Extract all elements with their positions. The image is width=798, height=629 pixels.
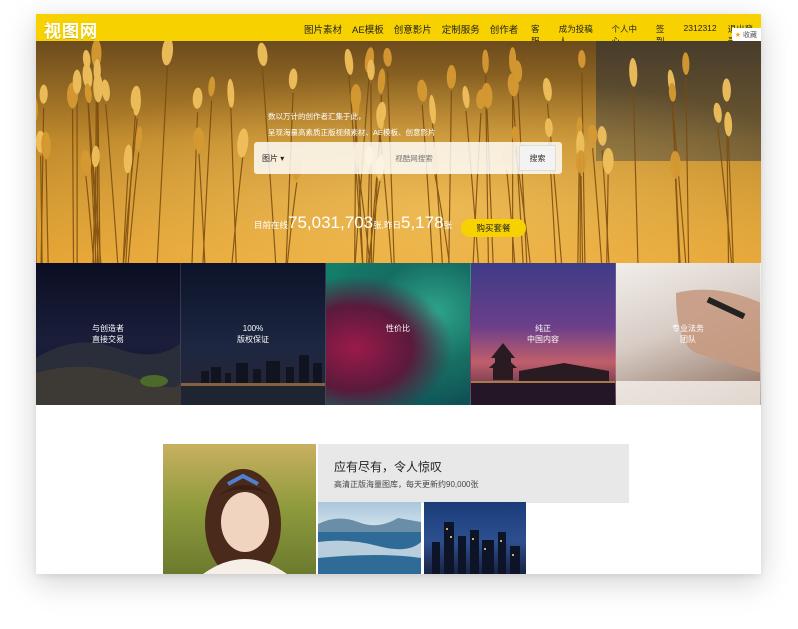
- feature-line-1: 与创造者: [92, 324, 124, 333]
- search-input[interactable]: [314, 148, 514, 168]
- feature-label: 专业法务 团队: [616, 323, 760, 345]
- city-skyline-photo[interactable]: [424, 502, 526, 574]
- portrait-image: [203, 469, 287, 574]
- nav-item-creators[interactable]: 创作者: [490, 22, 519, 36]
- stats-yesterday-count: 5,178: [400, 213, 444, 232]
- feature-tile-chinese-content[interactable]: 纯正 中国内容: [471, 263, 616, 405]
- promo-subtitle: 高清正版海量图库，每天更新约90,000张: [334, 480, 479, 489]
- feature-line-1: 100%: [242, 324, 264, 333]
- buy-package-button[interactable]: 购买套餐: [461, 219, 526, 237]
- feature-line-1: 专业法务: [672, 324, 704, 333]
- stats-online-count: 75,031,703: [288, 213, 374, 232]
- hero-tagline-1: 数以万计的创作者汇集于此，: [268, 112, 366, 121]
- skyline-image: [432, 522, 520, 574]
- browser-page: 视图网 图片素材 AE模板 创意影片 定制服务 创作者 客服 成为投稿人 个人中…: [36, 14, 761, 574]
- feature-label: 性价比: [326, 323, 470, 334]
- feature-line-2: 版权保证: [237, 335, 269, 344]
- favorite-label: 收藏: [743, 32, 757, 39]
- search-button[interactable]: 搜索: [519, 145, 556, 171]
- site-logo[interactable]: 视图网: [44, 17, 98, 42]
- feature-line-2: 直接交易: [92, 335, 124, 344]
- wheat-head: [72, 69, 82, 94]
- search-category-dropdown[interactable]: 图片 ▾: [262, 153, 284, 164]
- feature-label: 100% 版权保证: [181, 323, 325, 345]
- feature-tile-value[interactable]: 性价比: [326, 263, 471, 405]
- hero-banner: 数以万计的创作者汇集于此， 呈现海量高素质正版视频素材、AE模板、创意影片 图片…: [36, 41, 761, 263]
- star-icon: ★: [734, 32, 741, 39]
- lake-image: [318, 518, 421, 574]
- feature-tile-legal-team[interactable]: 专业法务 团队: [616, 263, 761, 405]
- top-nav-bar: 视图网 图片素材 AE模板 创意影片 定制服务 创作者 客服 成为投稿人 个人中…: [36, 14, 761, 46]
- nav-item-creative-films[interactable]: 创意影片: [394, 22, 432, 36]
- search-bar: 图片 ▾ 搜索: [254, 142, 562, 174]
- promo-title: 应有尽有，令人惊叹: [334, 460, 443, 474]
- nav-item-images[interactable]: 图片素材: [304, 22, 342, 36]
- feature-tile-direct-trade[interactable]: 与创造者 直接交易: [36, 263, 181, 405]
- stats-suffix: 张: [443, 220, 453, 230]
- site-stats: 目前在线75,031,703张,昨日5,178张: [254, 213, 452, 233]
- nav-item-custom-service[interactable]: 定制服务: [442, 22, 480, 36]
- feature-label: 纯正 中国内容: [471, 323, 615, 345]
- stats-prefix: 目前在线: [254, 220, 289, 230]
- nav-item-ae-templates[interactable]: AE模板: [352, 22, 384, 36]
- featured-portrait-photo[interactable]: [163, 444, 316, 574]
- feature-tile-copyright[interactable]: 100% 版权保证: [181, 263, 326, 405]
- feature-line-1: 性价比: [386, 324, 410, 333]
- feature-line-2: 团队: [680, 335, 696, 344]
- feature-line-1: 纯正: [535, 324, 551, 333]
- feature-label: 与创造者 直接交易: [36, 323, 180, 345]
- feature-line-2: 中国内容: [527, 335, 559, 344]
- stats-middle: 张,昨日: [373, 220, 401, 230]
- lake-ice-photo[interactable]: [318, 502, 421, 574]
- favorite-button[interactable]: ★ 收藏: [731, 28, 761, 41]
- main-nav: 图片素材 AE模板 创意影片 定制服务 创作者: [304, 22, 518, 36]
- promo-info-box: 应有尽有，令人惊叹 高清正版海量图库，每天更新约90,000张: [318, 444, 629, 503]
- feature-tiles: 与创造者 直接交易 100% 版权保证 性价比 纯正 中国内容 专业法务 团队: [36, 263, 761, 405]
- hero-tagline-2: 呈现海量高素质正版视频素材、AE模板、创意影片: [268, 128, 436, 137]
